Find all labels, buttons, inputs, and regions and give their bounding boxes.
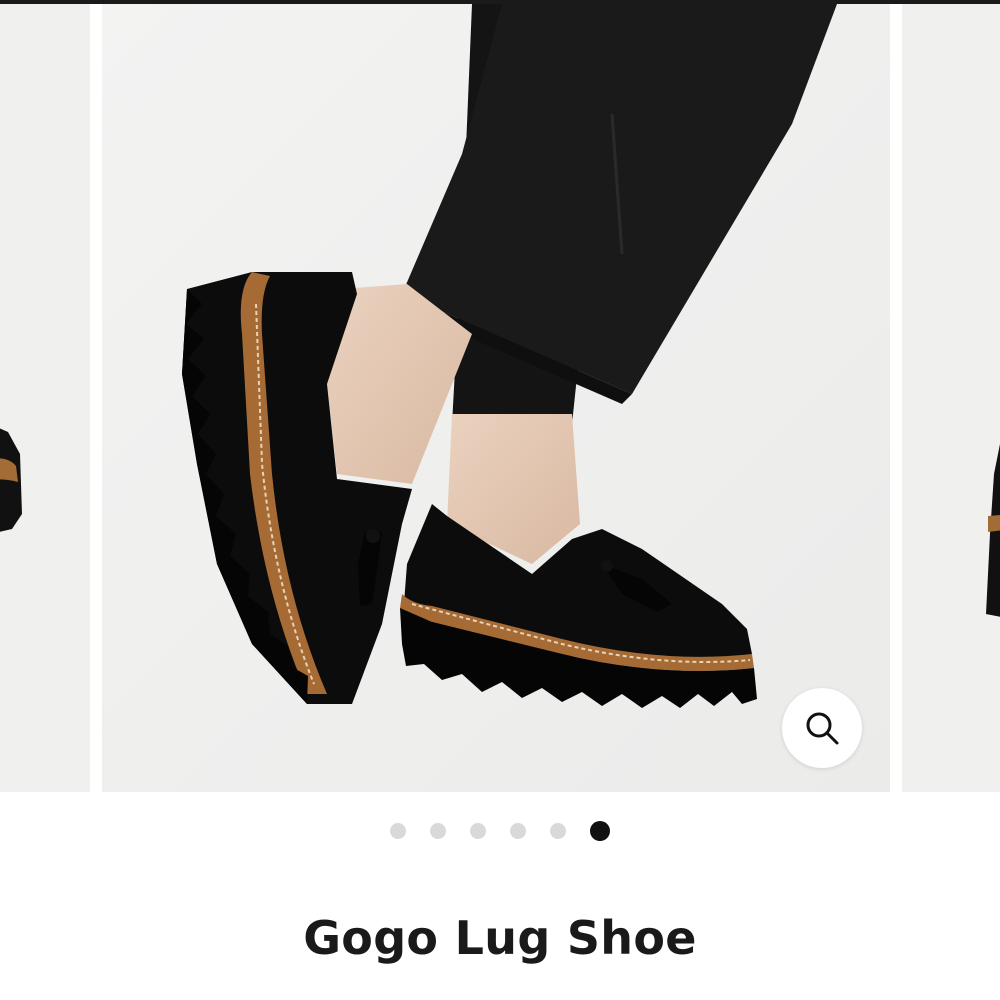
carousel-slide-next[interactable] — [902, 4, 1000, 792]
pagination-dot-6-active[interactable] — [590, 821, 610, 841]
image-carousel[interactable] — [0, 4, 1000, 792]
pagination-dot-3[interactable] — [470, 823, 486, 839]
search-icon — [806, 712, 839, 745]
pagination-dot-5[interactable] — [550, 823, 566, 839]
shoe-photo-previous — [0, 4, 90, 792]
product-page: Gogo Lug Shoe — [0, 0, 1000, 1000]
pagination-dot-4[interactable] — [510, 823, 526, 839]
carousel-pagination — [0, 818, 1000, 844]
shoe-photo-next — [902, 4, 1000, 792]
carousel-slide-current[interactable] — [102, 4, 890, 792]
product-title: Gogo Lug Shoe — [303, 911, 697, 965]
pagination-dot-1[interactable] — [390, 823, 406, 839]
carousel-slide-previous[interactable] — [0, 4, 90, 792]
shoe-photo-main — [102, 4, 890, 792]
zoom-button[interactable] — [782, 688, 862, 768]
pagination-dot-2[interactable] — [430, 823, 446, 839]
